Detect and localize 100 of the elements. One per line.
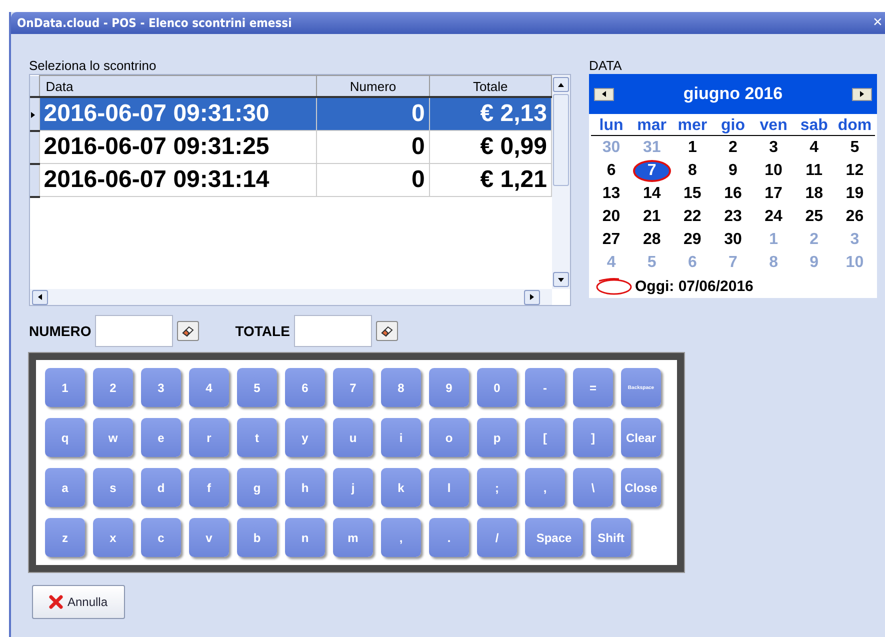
calendar-day[interactable]: 15	[673, 183, 712, 205]
keyboard-key[interactable]: Clear	[621, 418, 661, 457]
calendar-day[interactable]: 4	[795, 137, 834, 159]
calendar-day[interactable]: 18	[795, 183, 834, 205]
keyboard-key[interactable]: g	[237, 468, 277, 507]
calendar-day[interactable]: 16	[714, 183, 752, 205]
calendar-day[interactable]: 1	[673, 137, 712, 159]
keyboard-key[interactable]: h	[285, 468, 325, 507]
keyboard-key[interactable]: r	[189, 418, 229, 457]
calendar-day[interactable]: 27	[592, 229, 630, 251]
calendar-day[interactable]: 28	[632, 229, 671, 251]
keyboard-key[interactable]: a	[45, 468, 85, 507]
keyboard-key[interactable]: d	[141, 468, 181, 507]
calendar-day[interactable]: 6	[673, 252, 712, 274]
calendar-day[interactable]: 5	[632, 252, 671, 274]
calendar-day[interactable]: 1	[754, 229, 793, 251]
keyboard-key[interactable]: ,	[381, 518, 421, 557]
calendar-day[interactable]: 7	[632, 160, 671, 182]
calendar-day[interactable]: 5	[836, 137, 874, 159]
keyboard-key[interactable]: ,	[525, 468, 565, 507]
calendar-day[interactable]: 3	[754, 137, 793, 159]
table-cell: 2016-06-07 09:31:14	[39, 164, 317, 196]
calendar-day[interactable]: 3	[836, 229, 874, 251]
keyboard-key[interactable]: [	[525, 418, 565, 457]
keyboard-key[interactable]: Space	[525, 518, 583, 557]
keyboard-key[interactable]: u	[333, 418, 373, 457]
keyboard-key[interactable]: 4	[189, 368, 229, 407]
keyboard-key[interactable]: l	[429, 468, 469, 507]
keyboard-key[interactable]: x	[93, 518, 133, 557]
keyboard-key[interactable]: y	[285, 418, 325, 457]
keyboard-key[interactable]: Shift	[591, 518, 631, 557]
calendar-day[interactable]: 24	[754, 206, 793, 228]
keyboard-key[interactable]: 7	[333, 368, 373, 407]
keyboard-key[interactable]: -	[525, 368, 565, 407]
calendar-day[interactable]: 10	[836, 252, 874, 274]
keyboard-key[interactable]: j	[333, 468, 373, 507]
column-header[interactable]: Data	[39, 76, 317, 97]
close-button[interactable]: ×	[873, 14, 885, 32]
calendar-day[interactable]: 7	[714, 252, 752, 274]
calendar-day[interactable]: 2	[795, 229, 834, 251]
keyboard-key[interactable]: 1	[45, 368, 85, 407]
calendar-day[interactable]: 12	[836, 160, 874, 182]
keyboard-key[interactable]: 3	[141, 368, 181, 407]
keyboard-key[interactable]: 6	[285, 368, 325, 407]
keyboard-key[interactable]: q	[45, 418, 85, 457]
keyboard-key[interactable]: m	[333, 518, 373, 557]
keyboard-key[interactable]: p	[477, 418, 517, 457]
calendar-day[interactable]: 21	[632, 206, 671, 228]
calendar-day[interactable]: 20	[592, 206, 630, 228]
calendar-day[interactable]: 11	[795, 160, 834, 182]
calendar-day[interactable]: 23	[714, 206, 752, 228]
keyboard-key[interactable]: 9	[429, 368, 469, 407]
keyboard-key[interactable]: t	[237, 418, 277, 457]
calendar-day[interactable]: 30	[714, 229, 752, 251]
keyboard-key[interactable]: s	[93, 468, 133, 507]
keyboard-key[interactable]: o	[429, 418, 469, 457]
keyboard-key[interactable]: /	[477, 518, 517, 557]
calendar-day[interactable]: 14	[632, 183, 671, 205]
calendar-day[interactable]: 10	[754, 160, 793, 182]
keyboard-key[interactable]: c	[141, 518, 181, 557]
keyboard-key[interactable]: f	[189, 468, 229, 507]
calendar-day[interactable]: 25	[795, 206, 834, 228]
calendar-day[interactable]: 13	[592, 183, 630, 205]
keyboard-key[interactable]: 8	[381, 368, 421, 407]
calendar-day[interactable]: 31	[632, 137, 671, 159]
column-header[interactable]: Numero	[316, 76, 430, 97]
calendar-day[interactable]: 8	[673, 160, 712, 182]
keyboard-key[interactable]: =	[573, 368, 613, 407]
keyboard-key[interactable]: v	[189, 518, 229, 557]
calendar-day[interactable]: 19	[836, 183, 874, 205]
calendar-day[interactable]: 2	[714, 137, 752, 159]
calendar-day[interactable]: 9	[714, 160, 752, 182]
keyboard-key[interactable]: ]	[573, 418, 613, 457]
calendar-day[interactable]: 29	[673, 229, 712, 251]
calendar-day[interactable]: 26	[836, 206, 874, 228]
table-cell: 0	[316, 130, 430, 164]
keyboard-key[interactable]: ;	[477, 468, 517, 507]
keyboard-key[interactable]: 5	[237, 368, 277, 407]
calendar-day[interactable]: 6	[592, 160, 630, 182]
calendar-day[interactable]: 17	[754, 183, 793, 205]
cancel-button[interactable]: Annulla	[32, 585, 125, 619]
keyboard-key[interactable]: .	[429, 518, 469, 557]
keyboard-key[interactable]: Close	[621, 468, 661, 507]
keyboard-key[interactable]: z	[45, 518, 85, 557]
keyboard-key[interactable]: \	[573, 468, 613, 507]
today-link[interactable]: Oggi: 07/06/2016	[635, 278, 754, 294]
calendar-day[interactable]: 22	[673, 206, 712, 228]
column-header[interactable]: Totale	[429, 76, 552, 97]
calendar-day[interactable]: 30	[592, 137, 630, 159]
calendar-day[interactable]: 8	[754, 252, 793, 274]
calendar-day[interactable]: 9	[795, 252, 834, 274]
calendar-day[interactable]: 4	[592, 252, 630, 274]
keyboard-key[interactable]: w	[93, 418, 133, 457]
keyboard-key[interactable]: b	[237, 518, 277, 557]
keyboard-key[interactable]: 0	[477, 368, 517, 407]
keyboard-key[interactable]: 2	[93, 368, 133, 407]
keyboard-key[interactable]: k	[381, 468, 421, 507]
keyboard-key[interactable]: e	[141, 418, 181, 457]
keyboard-key[interactable]: i	[381, 418, 421, 457]
keyboard-key[interactable]: n	[285, 518, 325, 557]
